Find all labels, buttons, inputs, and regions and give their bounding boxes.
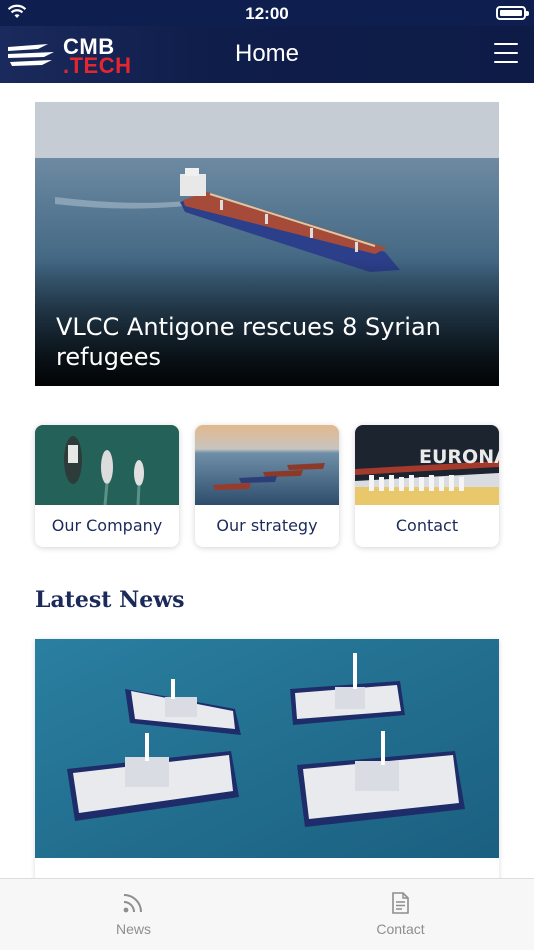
page-title: Home bbox=[234, 40, 300, 67]
card-label-contact: Contact bbox=[395, 516, 459, 535]
euronav-hull-text: EURONAV bbox=[419, 446, 499, 468]
tab-bar: News Contact bbox=[0, 878, 534, 950]
latest-news-card[interactable] bbox=[35, 639, 499, 899]
euronav-crew-image: EURONAV bbox=[355, 425, 499, 505]
our-strategy-card[interactable]: Our strategy bbox=[195, 425, 339, 547]
our-company-card[interactable]: Our Company bbox=[35, 425, 179, 547]
hero-news-card[interactable]: VLCC Antigone rescues 8 Syrian refugees bbox=[35, 102, 499, 386]
nav-bar: CMB .TECH Home bbox=[0, 26, 534, 83]
tab-contact[interactable]: Contact bbox=[267, 879, 534, 950]
tugboats-image bbox=[35, 425, 179, 505]
tab-news-label: News bbox=[115, 921, 151, 937]
card-label-our-company: Our Company bbox=[51, 516, 163, 535]
hamburger-menu-icon[interactable] bbox=[494, 43, 518, 63]
card-label-our-strategy: Our strategy bbox=[216, 516, 318, 535]
tugboats-aerial-image bbox=[35, 639, 499, 858]
status-time: 12:00 bbox=[245, 4, 289, 23]
rss-feed-icon bbox=[123, 894, 142, 913]
ships-at-sunset-image bbox=[195, 425, 339, 505]
status-bar: 12:00 bbox=[0, 0, 534, 26]
contact-card[interactable]: EURONAV Contact bbox=[355, 425, 499, 547]
tab-contact-label: Contact bbox=[376, 921, 425, 937]
battery-icon bbox=[496, 6, 529, 20]
latest-news-heading: Latest News bbox=[35, 587, 185, 613]
tab-news[interactable]: News bbox=[0, 879, 267, 950]
document-icon bbox=[392, 892, 409, 914]
hero-title: VLCC Antigone rescues 8 Syrian refugees bbox=[56, 313, 441, 371]
